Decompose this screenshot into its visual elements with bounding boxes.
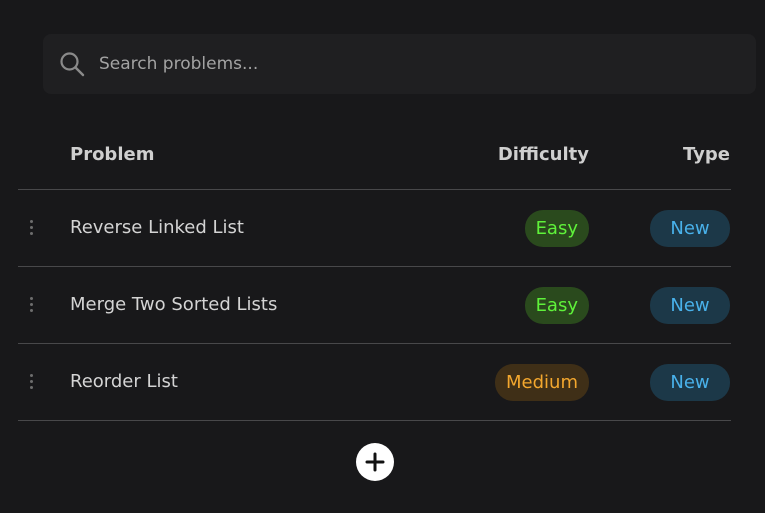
- drag-handle-icon[interactable]: [28, 374, 34, 392]
- table-row[interactable]: Merge Two Sorted Lists Easy New: [18, 267, 731, 344]
- table-row[interactable]: Reverse Linked List Easy New: [18, 190, 731, 267]
- drag-handle-icon[interactable]: [28, 297, 34, 315]
- difficulty-badge: Easy: [524, 287, 589, 324]
- type-badge: New: [650, 364, 730, 401]
- difficulty-badge: Easy: [524, 210, 589, 247]
- column-header-problem: Problem: [70, 144, 155, 165]
- problem-name[interactable]: Reorder List: [70, 371, 178, 392]
- drag-handle-icon[interactable]: [28, 220, 34, 238]
- type-badge: New: [650, 287, 730, 324]
- problems-table: Problem Difficulty Type Reverse Linked L…: [18, 122, 731, 421]
- problem-name[interactable]: Reverse Linked List: [70, 217, 244, 238]
- plus-icon: [365, 452, 385, 472]
- column-header-difficulty: Difficulty: [497, 144, 589, 165]
- problem-name[interactable]: Merge Two Sorted Lists: [70, 294, 277, 315]
- type-badge: New: [650, 210, 730, 247]
- search-input[interactable]: [99, 34, 719, 94]
- difficulty-badge: Medium: [495, 364, 589, 401]
- column-header-type: Type: [683, 144, 730, 165]
- table-header: Problem Difficulty Type: [18, 122, 731, 190]
- search-bar[interactable]: [43, 34, 756, 94]
- search-icon: [60, 52, 85, 77]
- table-row[interactable]: Reorder List Medium New: [18, 344, 731, 421]
- add-problem-button[interactable]: [356, 443, 394, 481]
